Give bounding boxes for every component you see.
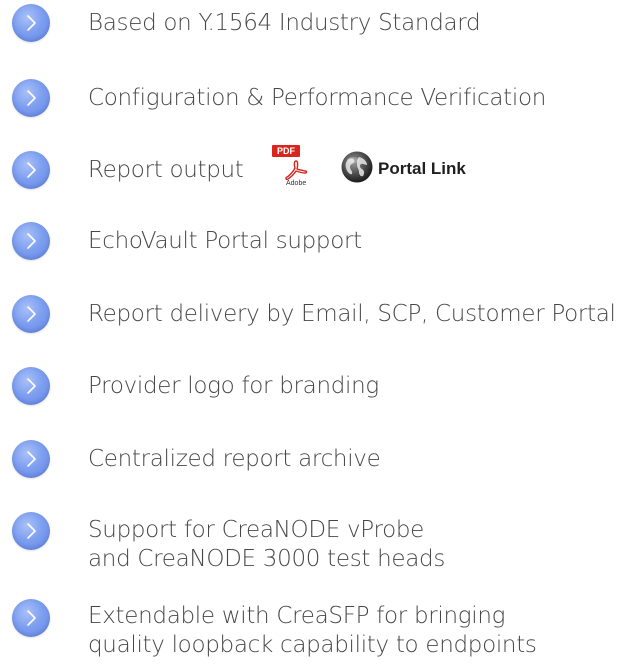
chevron-right-icon	[12, 512, 50, 550]
chevron-right-icon	[12, 440, 50, 478]
globe-icon[interactable]	[340, 150, 374, 184]
chevron-right-icon	[12, 222, 50, 260]
feature-list: Based on Y.1564 Industry Standard Config…	[0, 0, 619, 665]
pdf-file-icon[interactable]: PDF Adobe	[272, 142, 320, 192]
feature-text: Based on Y.1564 Industry Standard	[88, 10, 481, 36]
acrobat-logo-icon	[285, 160, 308, 180]
chevron-right-icon	[12, 4, 50, 42]
feature-text: Configuration & Performance Verification	[88, 85, 547, 111]
feature-text: and CreaNODE 3000 test heads	[88, 546, 446, 572]
feature-text: Report output	[88, 157, 244, 183]
feature-text: Centralized report archive	[88, 446, 381, 472]
feature-text: Report delivery by Email, SCP, Customer …	[88, 301, 616, 327]
chevron-right-icon	[12, 367, 50, 405]
portal-link-label[interactable]: Portal Link	[378, 159, 466, 179]
feature-text: Support for CreaNODE vProbe	[88, 517, 425, 543]
chevron-right-icon	[12, 79, 50, 117]
pdf-brand-label: Adobe	[286, 180, 307, 187]
feature-text: EchoVault Portal support	[88, 228, 362, 254]
feature-text: Provider logo for branding	[88, 373, 379, 399]
chevron-right-icon	[12, 151, 50, 189]
feature-text: quality loopback capability to endpoints	[88, 632, 537, 658]
chevron-right-icon	[12, 295, 50, 333]
chevron-right-icon	[12, 599, 50, 637]
feature-text: Extendable with CreaSFP for bringing	[88, 603, 506, 629]
pdf-badge: PDF	[272, 145, 300, 157]
